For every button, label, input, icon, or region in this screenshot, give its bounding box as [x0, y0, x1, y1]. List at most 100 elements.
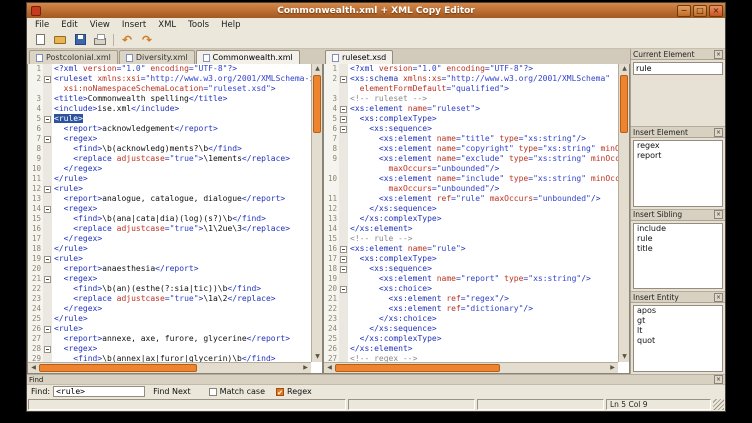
tab-ruleset-xsd[interactable]: ruleset.xsd: [325, 50, 393, 64]
code-line[interactable]: 4<include>ise.xml</include>: [28, 104, 311, 114]
panel-close-icon[interactable]: ×: [714, 128, 723, 137]
code-line[interactable]: 23 <replace adjustcase="true">\1a\2</rep…: [28, 294, 311, 304]
code-line[interactable]: 23 </xs:choice>: [324, 314, 618, 324]
scroll-up-icon[interactable]: ▲: [312, 64, 323, 74]
code-line[interactable]: 15 <find>\b(ana|cata|dia)(log)(s?)\b</fi…: [28, 214, 311, 224]
code-line[interactable]: 7 <regex>: [28, 134, 311, 144]
code-line[interactable]: 6 <xs:sequence>: [324, 124, 618, 134]
code-line[interactable]: 25 </xs:complexType>: [324, 334, 618, 344]
scroll-thumb[interactable]: [620, 75, 628, 133]
undo-button[interactable]: ↶: [117, 32, 137, 48]
list-item-regex[interactable]: regex: [634, 141, 722, 151]
code-line[interactable]: 18</rule>: [28, 244, 311, 254]
scroll-down-icon[interactable]: ▼: [619, 352, 630, 362]
left-editor[interactable]: 1<?xml version="1.0" encoding="UTF-8"?>2…: [27, 64, 323, 374]
fold-toggle-icon[interactable]: [340, 256, 347, 263]
code-line[interactable]: 3<!-- ruleset -->: [324, 94, 618, 104]
code-line[interactable]: maxOccurs="unbounded"/>: [324, 184, 618, 194]
scroll-left-icon[interactable]: ◀: [324, 363, 335, 373]
code-line[interactable]: 25</rule>: [28, 314, 311, 324]
code-line[interactable]: 16 <replace adjustcase="true">\1\2ue\3</…: [28, 224, 311, 234]
current-element-input[interactable]: [633, 62, 723, 75]
list-item-report[interactable]: report: [634, 151, 722, 161]
code-line[interactable]: 26</xs:element>: [324, 344, 618, 354]
code-line[interactable]: 20 <xs:choice>: [324, 284, 618, 294]
menu-item-xml[interactable]: XML: [152, 18, 182, 31]
fold-toggle-icon[interactable]: [44, 276, 51, 283]
fold-toggle-icon[interactable]: [340, 246, 347, 253]
open-button[interactable]: [50, 32, 70, 48]
code-line[interactable]: 8 <find>\b(acknowledg)ments?\b</find>: [28, 144, 311, 154]
code-line[interactable]: 5 <xs:complexType>: [324, 114, 618, 124]
new-button[interactable]: [30, 32, 50, 48]
right-editor[interactable]: 1<?xml version="1.0" encoding="UTF-8"?>2…: [323, 64, 630, 374]
code-line[interactable]: 10 </regex>: [28, 164, 311, 174]
code-line[interactable]: 10 <xs:element name="include" type="xs:s…: [324, 174, 618, 184]
code-line[interactable]: 28 <regex>: [28, 344, 311, 354]
code-line[interactable]: 22 <find>\b(an)(esthe(?:sia|tic))\b</fin…: [28, 284, 311, 294]
fold-toggle-icon[interactable]: [340, 286, 347, 293]
scroll-down-icon[interactable]: ▼: [312, 352, 323, 362]
code-line[interactable]: 2<ruleset xmlns:xsi="http://www.w3.org/2…: [28, 74, 311, 84]
scroll-right-icon[interactable]: ▶: [607, 363, 618, 373]
menu-item-file[interactable]: File: [29, 18, 55, 31]
code-line[interactable]: 21 <regex>: [28, 274, 311, 284]
right-vertical-scrollbar[interactable]: ▲ ▼: [618, 64, 629, 362]
code-line[interactable]: maxOccurs="unbounded"/>: [324, 164, 618, 174]
menu-item-tools[interactable]: Tools: [182, 18, 215, 31]
code-line[interactable]: 9 <xs:element name="exclude" type="xs:st…: [324, 154, 618, 164]
menu-item-help[interactable]: Help: [215, 18, 246, 31]
code-line[interactable]: 1<?xml version="1.0" encoding="UTF-8"?>: [324, 64, 618, 74]
save-button[interactable]: [70, 32, 90, 48]
code-line[interactable]: 12 </xs:sequence>: [324, 204, 618, 214]
code-line[interactable]: 15<!-- rule -->: [324, 234, 618, 244]
code-line[interactable]: 16<xs:element name="rule">: [324, 244, 618, 254]
menu-item-edit[interactable]: Edit: [55, 18, 83, 31]
fold-toggle-icon[interactable]: [340, 106, 347, 113]
code-line[interactable]: 14 <regex>: [28, 204, 311, 214]
code-line[interactable]: 7 <xs:element name="title" type="xs:stri…: [324, 134, 618, 144]
scroll-left-icon[interactable]: ◀: [28, 363, 39, 373]
list-item-gt[interactable]: gt: [634, 316, 722, 326]
fold-toggle-icon[interactable]: [44, 256, 51, 263]
code-line[interactable]: 27 <report>annexe, axe, furore, glycerin…: [28, 334, 311, 344]
tab-postcolonial-xml[interactable]: Postcolonial.xml: [29, 50, 118, 64]
code-line[interactable]: 2<xs:schema xmlns:xs="http://www.w3.org/…: [324, 74, 618, 84]
match-case-checkbox[interactable]: [209, 388, 217, 396]
code-line[interactable]: 17 <xs:complexType>: [324, 254, 618, 264]
code-line[interactable]: 18 <xs:sequence>: [324, 264, 618, 274]
scroll-right-icon[interactable]: ▶: [300, 363, 311, 373]
code-line[interactable]: 9 <replace adjustcase="true">\1ements</r…: [28, 154, 311, 164]
panel-close-icon[interactable]: ×: [714, 50, 723, 59]
regex-checkbox[interactable]: ✔: [276, 388, 284, 396]
code-line[interactable]: 1<?xml version="1.0" encoding="UTF-8"?>: [28, 64, 311, 74]
fold-toggle-icon[interactable]: [44, 186, 51, 193]
code-line[interactable]: 19 <xs:element name="report" type="xs:st…: [324, 274, 618, 284]
code-line[interactable]: 14</xs:element>: [324, 224, 618, 234]
list-item-title[interactable]: title: [634, 244, 722, 254]
code-line[interactable]: 11</rule>: [28, 174, 311, 184]
code-line[interactable]: 19<rule>: [28, 254, 311, 264]
code-line[interactable]: xsi:noNamespaceSchemaLocation="ruleset.x…: [28, 84, 311, 94]
code-line[interactable]: 26<rule>: [28, 324, 311, 334]
code-line[interactable]: 11 <xs:element ref="rule" maxOccurs="unb…: [324, 194, 618, 204]
panel-close-icon[interactable]: ×: [714, 210, 723, 219]
code-line[interactable]: 13 <report>analogue, catalogue, dialogue…: [28, 194, 311, 204]
find-input[interactable]: [53, 386, 145, 397]
code-line[interactable]: 20 <report>anaesthesia</report>: [28, 264, 311, 274]
list-item-apos[interactable]: apos: [634, 306, 722, 316]
left-vertical-scrollbar[interactable]: ▲ ▼: [311, 64, 322, 362]
scroll-up-icon[interactable]: ▲: [619, 64, 630, 74]
fold-toggle-icon[interactable]: [44, 346, 51, 353]
right-horizontal-scrollbar[interactable]: ◀ ▶: [324, 362, 618, 373]
list-item-quot[interactable]: quot: [634, 336, 722, 346]
fold-toggle-icon[interactable]: [44, 206, 51, 213]
code-line[interactable]: 24 </xs:sequence>: [324, 324, 618, 334]
fold-toggle-icon[interactable]: [44, 136, 51, 143]
left-horizontal-scrollbar[interactable]: ◀ ▶: [28, 362, 311, 373]
code-line[interactable]: elementFormDefault="qualified">: [324, 84, 618, 94]
minimize-button[interactable]: −: [677, 5, 691, 17]
fold-toggle-icon[interactable]: [340, 116, 347, 123]
redo-button[interactable]: ↷: [137, 32, 157, 48]
tab-commonwealth-xml[interactable]: Commonwealth.xml: [196, 50, 300, 64]
